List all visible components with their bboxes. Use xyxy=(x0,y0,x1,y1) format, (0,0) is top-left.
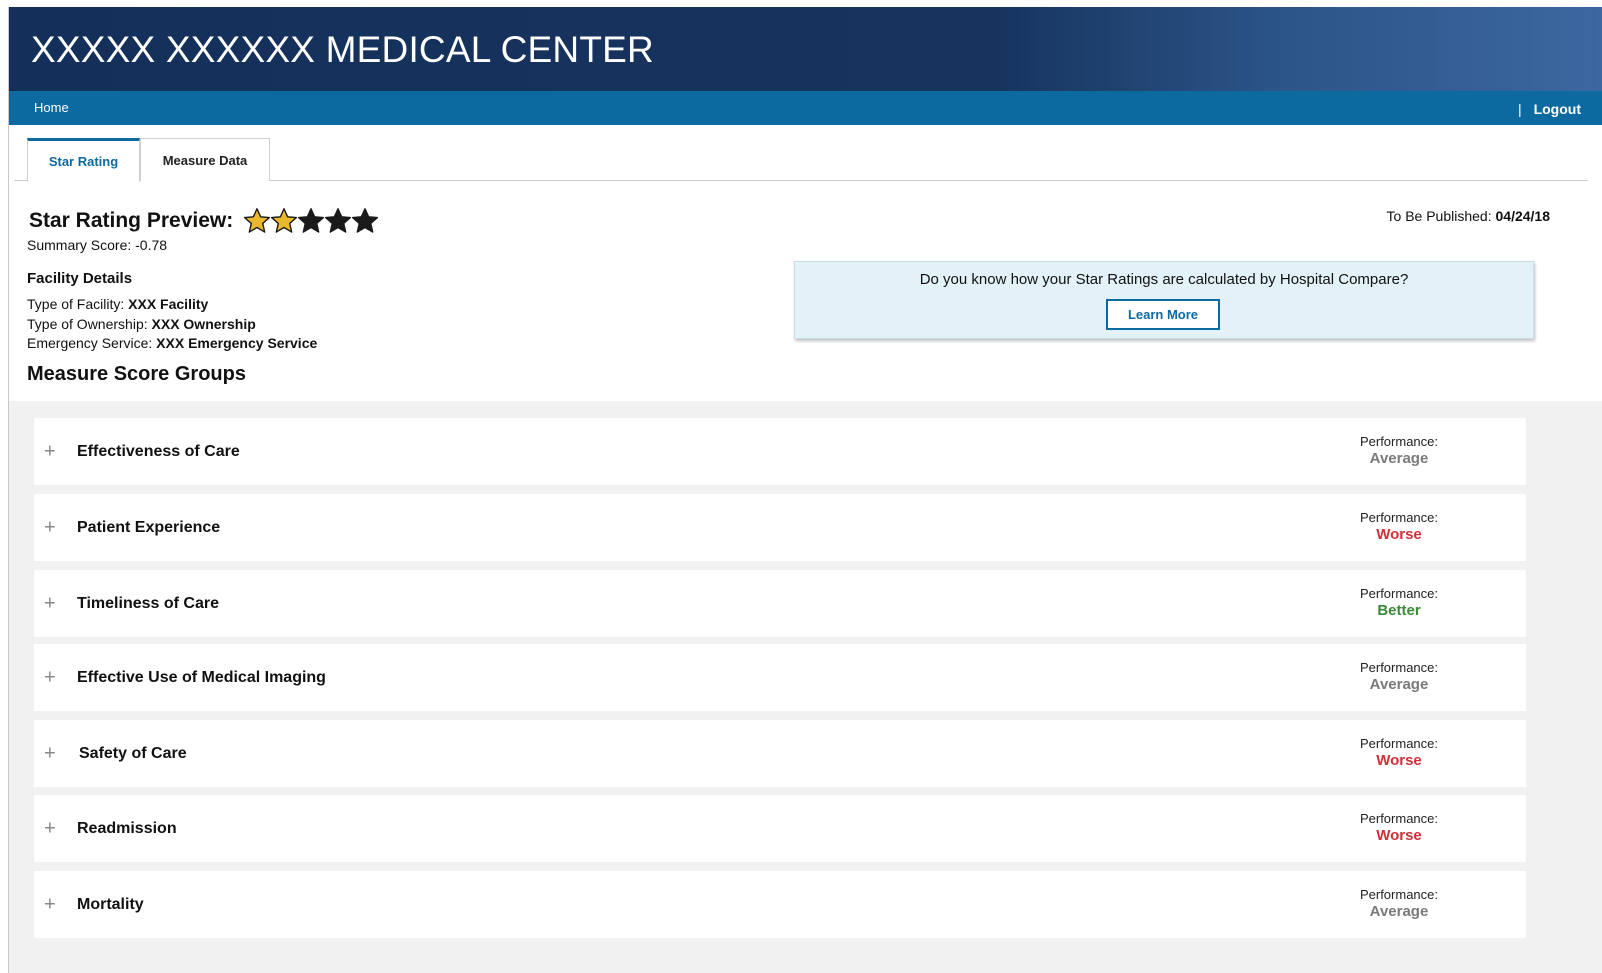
performance-block: Performance: Average xyxy=(1334,660,1464,693)
tab-measure-data[interactable]: Measure Data xyxy=(140,138,270,181)
plus-icon[interactable]: + xyxy=(44,440,56,463)
group-label: Safety of Care xyxy=(79,744,187,762)
performance-value: Better xyxy=(1377,602,1421,619)
group-label: Mortality xyxy=(77,895,144,913)
home-link[interactable]: Home xyxy=(34,100,69,115)
group-label: Effective Use of Medical Imaging xyxy=(77,668,326,686)
nav-separator: | xyxy=(1518,101,1522,117)
performance-value: Average xyxy=(1369,903,1429,920)
facility-emergency-value: XXX Emergency Service xyxy=(156,335,318,351)
facility-ownership: Type of Ownership: XXX Ownership xyxy=(27,316,256,332)
performance-value: Average xyxy=(1369,450,1429,467)
facility-ownership-label: Type of Ownership: xyxy=(27,316,152,332)
performance-label: Performance: xyxy=(1359,887,1439,902)
plus-icon[interactable]: + xyxy=(44,516,56,539)
star-icon xyxy=(271,208,298,233)
group-row-timeliness-of-care[interactable]: + Timeliness of Care Performance: Better xyxy=(34,570,1526,637)
star-icon xyxy=(325,208,352,233)
performance-value: Worse xyxy=(1376,827,1422,844)
star-icon xyxy=(352,208,379,233)
info-box: Do you know how your Star Ratings are ca… xyxy=(794,261,1534,339)
facility-type-label: Type of Facility: xyxy=(27,296,129,312)
performance-block: Performance: Average xyxy=(1334,434,1464,467)
summary-score: Summary Score: -0.78 xyxy=(27,237,167,253)
app-frame: XXXXX XXXXXX MEDICAL CENTER Home | Logou… xyxy=(8,7,1602,973)
logout-link[interactable]: Logout xyxy=(1534,101,1581,117)
facility-emergency-label: Emergency Service: xyxy=(27,335,157,351)
star-rating-stars xyxy=(243,207,379,235)
group-label: Patient Experience xyxy=(77,518,221,536)
tab-star-rating[interactable]: Star Rating xyxy=(27,138,140,182)
measure-groups-title: Measure Score Groups xyxy=(27,363,246,385)
performance-label: Performance: xyxy=(1359,660,1439,675)
logout-area: | Logout xyxy=(1518,101,1581,117)
learn-more-button[interactable]: Learn More xyxy=(1106,299,1220,330)
facility-type: Type of Facility: XXX Facility xyxy=(27,296,208,312)
nav-bar: Home | Logout xyxy=(9,91,1602,125)
group-row-patient-experience[interactable]: + Patient Experience Performance: Worse xyxy=(34,494,1526,561)
star-rating-heading: Star Rating Preview: xyxy=(29,207,379,235)
group-row-effective-use-of-medical-imaging[interactable]: + Effective Use of Medical Imaging Perfo… xyxy=(34,644,1526,711)
performance-block: Performance: Worse xyxy=(1334,510,1464,543)
performance-value: Average xyxy=(1369,676,1429,693)
publish-date-value: 04/24/18 xyxy=(1495,208,1551,224)
group-label: Readmission xyxy=(77,819,177,837)
summary-score-value: -0.78 xyxy=(135,237,168,253)
performance-label: Performance: xyxy=(1359,736,1439,751)
publish-date-label: To Be Published: xyxy=(1386,208,1496,224)
performance-label: Performance: xyxy=(1359,434,1439,449)
group-row-readmission[interactable]: + Readmission Performance: Worse xyxy=(34,795,1526,862)
group-label: Effectiveness of Care xyxy=(77,442,240,460)
facility-ownership-value: XXX Ownership xyxy=(151,316,256,332)
performance-block: Performance: Average xyxy=(1334,887,1464,920)
star-icon xyxy=(244,208,271,233)
header-banner: XXXXX XXXXXX MEDICAL CENTER xyxy=(9,7,1602,91)
performance-block: Performance: Better xyxy=(1334,586,1464,619)
performance-block: Performance: Worse xyxy=(1334,811,1464,844)
plus-icon[interactable]: + xyxy=(44,742,56,765)
info-question: Do you know how your Star Ratings are ca… xyxy=(919,271,1409,288)
performance-label: Performance: xyxy=(1359,586,1439,601)
summary-score-label: Summary Score: xyxy=(27,237,136,253)
group-row-mortality[interactable]: + Mortality Performance: Average xyxy=(34,871,1526,938)
group-row-safety-of-care[interactable]: + Safety of Care Performance: Worse xyxy=(34,720,1526,787)
star-icon xyxy=(298,208,325,233)
app-title: XXXXX XXXXXX MEDICAL CENTER xyxy=(31,29,654,70)
plus-icon[interactable]: + xyxy=(44,666,56,689)
group-row-effectiveness-of-care[interactable]: + Effectiveness of Care Performance: Ave… xyxy=(34,418,1526,485)
performance-value: Worse xyxy=(1376,526,1422,543)
plus-icon[interactable]: + xyxy=(44,592,56,615)
plus-icon[interactable]: + xyxy=(44,893,56,916)
tab-bar: Star Rating Measure Data xyxy=(14,138,1588,182)
performance-block: Performance: Worse xyxy=(1334,736,1464,769)
performance-label: Performance: xyxy=(1359,510,1439,525)
group-label: Timeliness of Care xyxy=(77,594,219,612)
facility-details-title: Facility Details xyxy=(27,270,133,287)
facility-type-value: XXX Facility xyxy=(128,296,209,312)
plus-icon[interactable]: + xyxy=(44,817,56,840)
publish-date: To Be Published: 04/24/18 xyxy=(1387,208,1550,224)
performance-value: Worse xyxy=(1376,752,1422,769)
star-rating-title: Star Rating Preview: xyxy=(29,209,234,232)
facility-emergency: Emergency Service: XXX Emergency Service xyxy=(27,335,317,351)
performance-label: Performance: xyxy=(1359,811,1439,826)
